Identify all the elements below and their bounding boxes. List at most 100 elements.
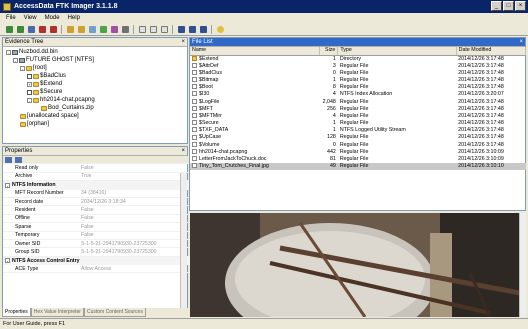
file-list-row[interactable]: $UpCase 128 Regular File 2014/12/26 3:17:48 xyxy=(190,134,526,141)
file-list-row[interactable]: $Extend 1 Directory 2014/12/26 3:17:48 xyxy=(190,55,526,63)
tree-node-orphan[interactable]: [orphan] xyxy=(20,120,49,128)
add-all-evidence-icon[interactable] xyxy=(15,24,25,34)
prop-category-ace[interactable]: - NTFS Access Control Entry xyxy=(3,256,191,266)
tree-node-badclus[interactable]: $BadClus xyxy=(27,72,66,80)
export-logical-image-icon[interactable] xyxy=(87,24,97,34)
help-icon[interactable] xyxy=(215,24,225,34)
properties-scrollbar[interactable] xyxy=(180,173,187,308)
menu-mode[interactable]: Mode xyxy=(45,15,60,21)
view-mode-hex-icon[interactable] xyxy=(198,24,208,34)
file-type: Regular File xyxy=(339,120,369,127)
remove-all-evidence-icon[interactable] xyxy=(48,24,58,34)
capture-memory-icon[interactable] xyxy=(98,24,108,34)
view-mode-text-icon[interactable] xyxy=(187,24,197,34)
file-list-row[interactable]: $I30 4 NTFS Index Allocation 2014/12/26 3:2… xyxy=(190,91,526,98)
file-list-row[interactable]: LetterFromJackToChuck.doc 81 Regular File 2… xyxy=(190,156,526,163)
export-hash-list-icon[interactable] xyxy=(148,24,158,34)
column-size[interactable]: Size xyxy=(319,47,339,56)
pane-close-icon[interactable]: × xyxy=(181,38,185,47)
file-list-row[interactable]: Tiny_Tom_Crutches_Final.jpg 49 Regular Fil… xyxy=(190,163,526,171)
file-list-row[interactable]: $Secure 1 Regular File 2014/12/26 3:17:48 xyxy=(190,120,526,127)
window-title: AccessData FTK Imager 3.1.1.8 xyxy=(14,3,118,10)
file-date: 2014/12/26 3:17:48 xyxy=(458,134,504,141)
tree-node-unallocated[interactable]: [unallocated space] xyxy=(20,112,79,120)
prop-row[interactable]: MFT Record Number 34 (38416) xyxy=(3,190,191,198)
obtain-protected-files-icon[interactable] xyxy=(109,24,119,34)
pane-close-icon[interactable]: × xyxy=(181,147,185,156)
disk-icon xyxy=(12,49,18,55)
pane-close-icon[interactable]: × xyxy=(519,38,523,47)
prop-row[interactable]: Archive True xyxy=(3,173,191,182)
file-list-row[interactable]: $Boot 8 Regular File 2014/12/26 3:17:48 xyxy=(190,84,526,91)
file-type: Directory xyxy=(339,55,362,62)
file-size: 256 xyxy=(327,105,336,112)
prop-row[interactable]: Temporary False xyxy=(3,232,191,240)
add-evidence-icon[interactable] xyxy=(4,24,14,34)
file-list-row[interactable]: $Bitmap 1 Regular File 2014/12/26 3:17:48 xyxy=(190,77,526,84)
file-name: $Volume xyxy=(199,141,220,148)
file-name: $TXF_DATA xyxy=(199,127,229,134)
file-list-row[interactable]: $AttrDef 3 Regular File 2014/12/26 3:17:48 xyxy=(190,63,526,70)
viewer-scrollbar[interactable] xyxy=(519,213,526,317)
view-mode-auto-icon[interactable] xyxy=(176,24,186,34)
file-date: 2014/12/26 3:20:07 xyxy=(458,91,504,98)
column-type[interactable]: Type xyxy=(337,47,457,56)
file-name: $MFTMirr xyxy=(199,112,222,119)
remove-evidence-icon[interactable] xyxy=(37,24,47,34)
prop-row[interactable]: Owner SID S-1-5-21-2941790930-23725300 xyxy=(3,240,191,249)
export-disk-image-icon[interactable] xyxy=(76,24,86,34)
prop-row[interactable]: Resident False xyxy=(3,206,191,215)
file-list-row[interactable]: $Volume 0 Regular File 2014/12/26 3:17:48 xyxy=(190,142,526,149)
file-list-row[interactable]: $TXF_DATA 1 NTFS Logged Utility Stream 2014… xyxy=(190,127,526,134)
prop-row[interactable]: ACE Type Allow Access xyxy=(3,265,191,274)
file-size: 442 xyxy=(327,148,336,155)
sort-categorized-icon[interactable] xyxy=(5,156,12,163)
image-mounting-icon[interactable] xyxy=(26,24,36,34)
file-list-row[interactable]: $BadClus 0 Regular File 2014/12/26 3:17:48 xyxy=(190,70,526,77)
file-list-row[interactable]: hh2014-chat.pcapng 442 Regular File 2014/12… xyxy=(190,149,526,156)
tree-node-extend[interactable]: + $Extend xyxy=(27,80,62,88)
prop-row[interactable]: Offline False xyxy=(3,215,191,224)
file-icon xyxy=(192,84,197,90)
close-button[interactable]: × xyxy=(515,1,526,11)
prop-row[interactable]: Read only False xyxy=(3,164,191,173)
file-type: NTFS Logged Utility Stream xyxy=(339,127,406,134)
file-name: $Bitmap xyxy=(199,76,219,83)
prop-row[interactable]: Group SID S-1-5-21-2941790930-23725300 xyxy=(3,248,191,257)
tree-node-image[interactable]: - Nuzbod.dd.bin xyxy=(6,48,58,56)
file-icon xyxy=(192,127,197,133)
tab-custom-content-sources[interactable]: Custom Content Sources xyxy=(83,308,146,317)
detect-efs-icon[interactable] xyxy=(120,24,130,34)
file-icon xyxy=(192,113,197,118)
folder-icon xyxy=(192,55,197,61)
create-image-icon[interactable] xyxy=(65,24,75,34)
tree-node-partition[interactable]: - FUTURE GHOST [NTFS] xyxy=(13,56,94,64)
export-files-icon[interactable] xyxy=(137,24,147,34)
prop-row[interactable]: Sparse False xyxy=(3,223,191,232)
file-content-viewer[interactable] xyxy=(190,213,520,317)
prop-row[interactable]: Record date 2034/12/26 3:18:34 xyxy=(3,198,191,207)
tree-node-pcap[interactable]: - hh2014-chat.pcapng xyxy=(27,96,95,104)
tree-node-zip[interactable]: Bod_Curtains.zip xyxy=(41,104,94,112)
maximize-button[interactable]: □ xyxy=(503,1,514,11)
column-date-modified[interactable]: Date Modified xyxy=(456,47,527,56)
tree-node-root[interactable]: - [root] xyxy=(20,64,47,72)
column-name[interactable]: Name xyxy=(190,47,320,56)
sort-alphabetical-icon[interactable] xyxy=(15,156,22,163)
file-list-row[interactable]: $MFT 256 Regular File 2014/12/26 3:17:48 xyxy=(190,106,526,113)
minimize-button[interactable]: _ xyxy=(491,1,502,11)
tab-hex-value-interpreter[interactable]: Hex Value Interpreter xyxy=(30,308,84,317)
tree-node-secure[interactable]: $Secure xyxy=(27,88,62,96)
menu-help[interactable]: Help xyxy=(68,15,80,21)
menu-view[interactable]: View xyxy=(24,15,37,21)
file-size: 1 xyxy=(332,76,336,83)
file-size: 1 xyxy=(332,127,336,134)
file-icon xyxy=(192,156,197,162)
file-list-row[interactable]: $MFTMirr 4 Regular File 2014/12/26 3:17:48 xyxy=(190,113,526,120)
menu-file[interactable]: File xyxy=(6,15,16,21)
tab-properties[interactable]: Properties xyxy=(2,308,31,317)
export-directory-listing-icon[interactable] xyxy=(159,24,169,34)
prop-category-ntfs-info[interactable]: - NTFS Information xyxy=(3,181,191,190)
file-list-row[interactable]: $LogFile 2,048 Regular File 2014/12/26 3:17… xyxy=(190,98,526,105)
file-icon xyxy=(192,163,197,169)
